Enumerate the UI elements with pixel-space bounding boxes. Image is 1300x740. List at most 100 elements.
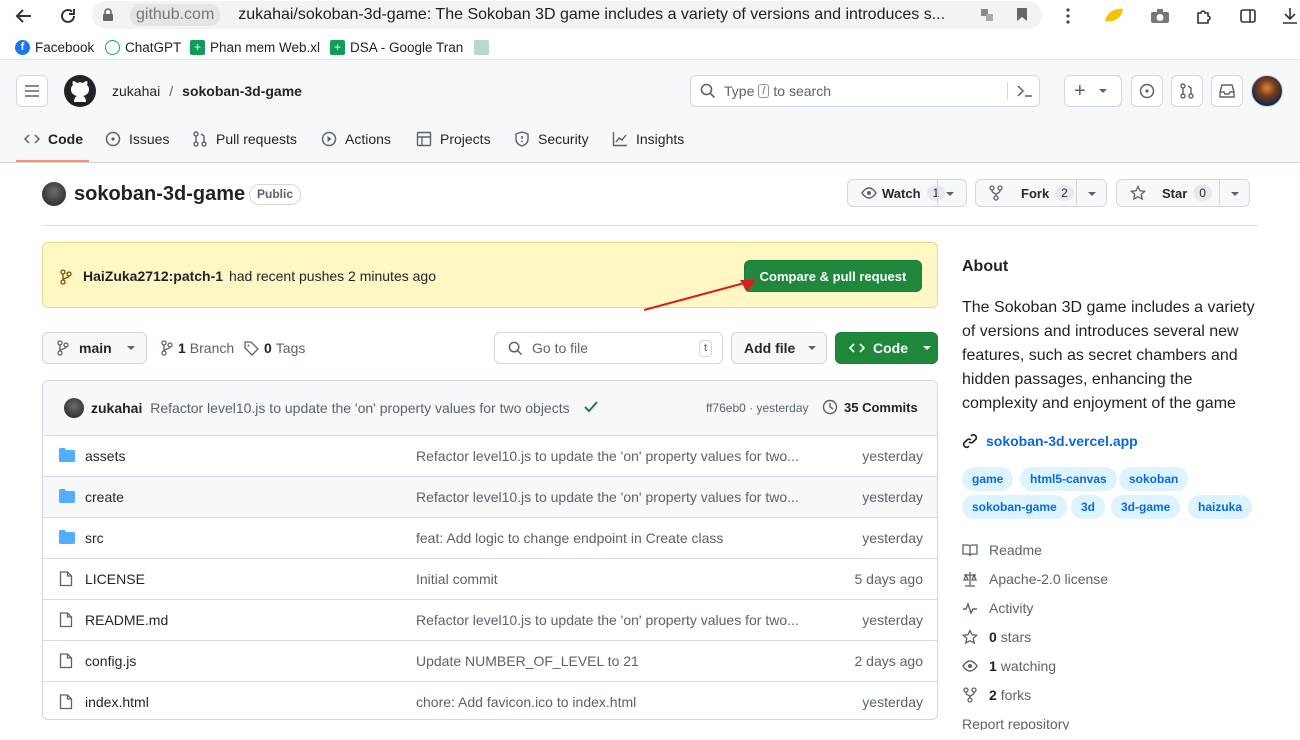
chevron-down-icon[interactable] bbox=[1087, 191, 1097, 197]
commit-hash-time[interactable]: ff76eb0 · yesterday bbox=[706, 401, 809, 415]
fork-count: 2 bbox=[1055, 185, 1074, 201]
topic-tag[interactable]: html5-canvas bbox=[1020, 467, 1117, 491]
branch-selector[interactable]: main bbox=[42, 332, 147, 364]
check-icon[interactable] bbox=[584, 401, 598, 413]
topic-tag[interactable]: 3d-game bbox=[1111, 495, 1181, 519]
forks-link[interactable]: 2 forks bbox=[962, 687, 1031, 703]
file-row[interactable]: create Refactor level10.js to update the … bbox=[43, 476, 937, 517]
file-name[interactable]: README.md bbox=[85, 612, 168, 628]
tab-security[interactable]: Security bbox=[514, 130, 589, 148]
tab-insights[interactable]: Insights bbox=[612, 130, 684, 148]
search-placeholder-suffix: to search bbox=[773, 83, 832, 99]
file-name[interactable]: src bbox=[85, 530, 104, 546]
side-panel-button[interactable] bbox=[1236, 4, 1260, 28]
search-input[interactable]: Type / to search bbox=[690, 75, 1040, 107]
file-row[interactable]: index.html chore: Add favicon.ico to inde… bbox=[43, 681, 937, 719]
tab-actions[interactable]: Actions bbox=[321, 130, 391, 148]
add-file-button[interactable]: Add file bbox=[731, 332, 827, 364]
topic-tag[interactable]: 3d bbox=[1071, 495, 1106, 519]
create-new-button[interactable]: + bbox=[1064, 75, 1122, 107]
menu-button[interactable] bbox=[1056, 4, 1080, 28]
pull-requests-button[interactable] bbox=[1171, 75, 1203, 107]
tags-link[interactable]: 0 Tags bbox=[244, 340, 305, 356]
commit-author[interactable]: zukahai bbox=[91, 400, 142, 416]
topic-tag[interactable]: sokoban-game bbox=[962, 495, 1067, 519]
file-row[interactable]: config.js Update NUMBER_OF_LEVEL to 21 2 d… bbox=[43, 640, 937, 681]
page-title: zukahai/sokoban-3d-game: The Sokoban 3D … bbox=[238, 6, 946, 23]
bookmark-facebook[interactable]: f Facebook bbox=[15, 38, 94, 56]
bookmark-chatgpt[interactable]: ChatGPT bbox=[105, 38, 181, 56]
file-row[interactable]: src feat: Add logic to change endpoint in… bbox=[43, 517, 937, 558]
file-row[interactable]: LICENSE Initial commit 5 days ago bbox=[43, 558, 937, 599]
extension-leaf-icon bbox=[1105, 8, 1123, 22]
topic-tag[interactable]: game bbox=[962, 467, 1014, 491]
file-commit-message[interactable]: Refactor level10.js to update the 'on' p… bbox=[416, 489, 806, 505]
commit-message[interactable]: Refactor level10.js to update the 'on' p… bbox=[150, 400, 569, 416]
commits-link[interactable]: 35 Commits bbox=[822, 399, 918, 415]
site-info-icon[interactable] bbox=[100, 7, 116, 23]
fork-icon bbox=[963, 687, 977, 703]
extensions-button[interactable] bbox=[1192, 4, 1216, 28]
branches-link[interactable]: 1 Branch bbox=[161, 340, 234, 356]
file-commit-message[interactable]: Refactor level10.js to update the 'on' p… bbox=[416, 448, 806, 464]
banner-branch[interactable]: HaiZuka2712:patch-1 bbox=[83, 268, 223, 284]
file-row[interactable]: assets Refactor level10.js to update the … bbox=[43, 435, 937, 476]
watching-link[interactable]: 1 watching bbox=[962, 658, 1056, 674]
inbox-button[interactable] bbox=[1211, 75, 1243, 107]
chevron-down-icon[interactable] bbox=[1230, 191, 1240, 197]
code-button[interactable]: Code bbox=[835, 332, 938, 364]
file-commit-message[interactable]: feat: Add logic to change endpoint in Cr… bbox=[416, 530, 806, 546]
readme-link[interactable]: Readme bbox=[962, 542, 1042, 558]
back-button[interactable] bbox=[12, 4, 36, 28]
hamburger-menu-button[interactable] bbox=[16, 75, 48, 107]
compare-pull-request-button[interactable]: Compare & pull request bbox=[744, 260, 922, 292]
file-commit-message[interactable]: Refactor level10.js to update the 'on' p… bbox=[416, 612, 806, 628]
owner-avatar[interactable] bbox=[42, 182, 66, 206]
command-palette-icon[interactable] bbox=[1017, 84, 1033, 98]
tab-pull-requests[interactable]: Pull requests bbox=[192, 130, 297, 148]
camera-button[interactable] bbox=[1148, 4, 1172, 28]
owner-link[interactable]: zukahai bbox=[112, 83, 160, 99]
go-to-file-input[interactable]: Go to file t bbox=[494, 332, 723, 364]
download-button[interactable] bbox=[1278, 4, 1300, 28]
file-name[interactable]: create bbox=[85, 489, 124, 505]
file-name[interactable]: LICENSE bbox=[85, 571, 145, 587]
file-commit-message[interactable]: chore: Add favicon.ico to index.html bbox=[416, 694, 806, 710]
file-row[interactable]: README.md Refactor level10.js to update t… bbox=[43, 599, 937, 640]
report-repository-link[interactable]: Report repository bbox=[962, 716, 1069, 730]
homepage-link[interactable]: sokoban-3d.vercel.app bbox=[962, 433, 1138, 449]
activity-link[interactable]: Activity bbox=[962, 600, 1033, 616]
license-link[interactable]: Apache-2.0 license bbox=[962, 571, 1108, 587]
topic-tag[interactable]: haizuka bbox=[1188, 495, 1253, 519]
file-name[interactable]: assets bbox=[85, 448, 125, 464]
repo-title[interactable]: sokoban-3d-game bbox=[74, 183, 245, 206]
star-button[interactable]: Star 0 bbox=[1116, 179, 1250, 207]
reload-button[interactable] bbox=[56, 4, 80, 28]
user-avatar[interactable] bbox=[1251, 75, 1283, 107]
bookmark-dsa[interactable]: + DSA - Google Tran bbox=[330, 38, 463, 56]
stars-link[interactable]: 0 stars bbox=[962, 629, 1031, 645]
bookmark-phan-mem[interactable]: + Phan mem Web.xl bbox=[190, 38, 320, 56]
github-logo[interactable] bbox=[64, 75, 96, 107]
tab-code[interactable]: Code bbox=[24, 130, 83, 148]
topic-tag[interactable]: sokoban bbox=[1119, 467, 1189, 491]
bookmark-icon[interactable] bbox=[1016, 7, 1028, 22]
chevron-down-icon[interactable] bbox=[945, 191, 955, 197]
repo-link[interactable]: sokoban-3d-game bbox=[182, 83, 302, 99]
file-commit-message[interactable]: Initial commit bbox=[416, 571, 806, 587]
file-name[interactable]: index.html bbox=[85, 694, 149, 710]
file-name[interactable]: config.js bbox=[85, 653, 136, 669]
address-bar[interactable]: github.com zukahai/sokoban-3d-game: The … bbox=[92, 1, 1042, 29]
watch-button[interactable]: Watch 1 bbox=[847, 179, 967, 207]
extension-button[interactable] bbox=[1102, 4, 1126, 28]
code-icon bbox=[24, 134, 40, 144]
file-commit-message[interactable]: Update NUMBER_OF_LEVEL to 21 bbox=[416, 653, 806, 669]
tab-projects[interactable]: Projects bbox=[416, 130, 491, 148]
bookmark-misc[interactable] bbox=[474, 38, 494, 56]
tab-issues[interactable]: Issues bbox=[105, 130, 169, 148]
translate-icon[interactable] bbox=[980, 8, 994, 22]
fork-button[interactable]: Fork 2 bbox=[975, 179, 1107, 207]
folder-icon bbox=[59, 530, 75, 544]
issues-button[interactable] bbox=[1131, 75, 1163, 107]
commit-author-avatar[interactable] bbox=[64, 398, 84, 418]
